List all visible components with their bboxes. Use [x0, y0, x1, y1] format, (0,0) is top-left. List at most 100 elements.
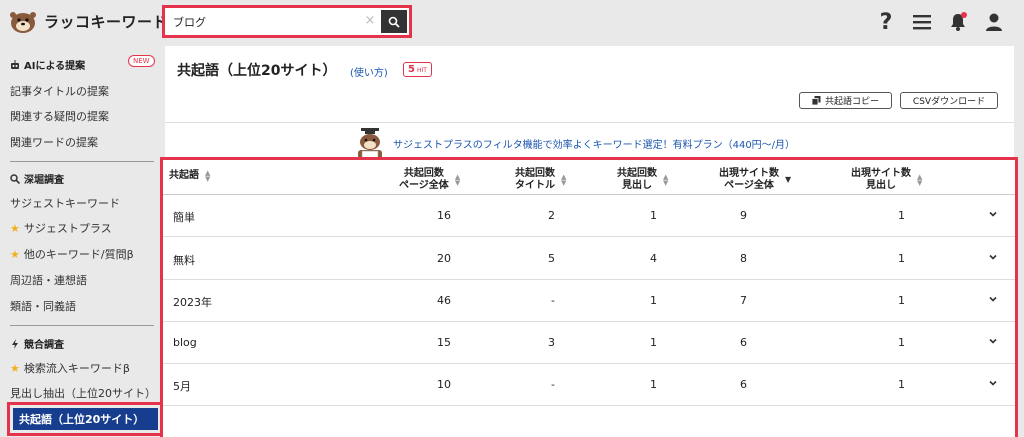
- app-name: ラッコキーワード: [44, 12, 169, 31]
- sidebar-divider: [10, 325, 154, 326]
- cell-count-heading: 1: [650, 294, 657, 307]
- cell-count-title: -: [551, 378, 555, 391]
- search-icon: [388, 16, 400, 28]
- column-header-count-title[interactable]: 共起回数 タイトル ▲ ▼: [515, 168, 566, 192]
- sidebar-item-suggest-plus[interactable]: ★ サジェストプラス: [10, 220, 112, 236]
- sidebar-item-synonyms[interactable]: 類語・同義語: [10, 298, 76, 314]
- sort-icon: ▲ ▼: [917, 173, 923, 187]
- top-header: ラッコキーワード × ?: [0, 0, 1024, 44]
- cell-count-heading: 1: [650, 336, 657, 349]
- cell-count-page: 10: [437, 378, 451, 391]
- sidebar: AIによる提案 NEW 記事タイトルの提案 関連する疑問の提案 関連ワードの提案…: [0, 44, 165, 437]
- sidebar-item-cooccurrence[interactable]: 共起語（上位20サイト）: [13, 408, 158, 430]
- column-header-count-heading[interactable]: 共起回数 見出し ▲ ▼: [617, 168, 668, 192]
- sidebar-item-related-suggest[interactable]: 関連ワードの提案: [10, 134, 98, 150]
- star-icon: ★: [10, 221, 20, 235]
- sidebar-item-title-suggest[interactable]: 記事タイトルの提案: [10, 83, 109, 99]
- menu-icon[interactable]: [910, 10, 934, 34]
- help-icon[interactable]: ?: [874, 10, 898, 35]
- cell-sites-page: 8: [740, 252, 747, 265]
- cell-sites-heading: 1: [898, 294, 905, 307]
- cell-count-title: 5: [548, 252, 555, 265]
- cell-word: 簡単: [173, 211, 195, 224]
- table-row[interactable]: 簡単 16 2 1 9 1: [163, 195, 1015, 237]
- cell-count-heading: 1: [650, 209, 657, 222]
- table-row[interactable]: 2023年 46 - 1 7 1: [163, 280, 1015, 322]
- chevron-down-icon[interactable]: [987, 377, 999, 389]
- otter-logo-icon: [8, 7, 38, 35]
- copy-icon: [811, 96, 821, 105]
- app-logo[interactable]: ラッコキーワード: [8, 7, 168, 35]
- sidebar-item-other-keywords[interactable]: ★ 他のキーワード/質問β: [10, 246, 134, 262]
- chevron-down-icon[interactable]: [987, 208, 999, 220]
- cell-word: 5月: [173, 380, 191, 393]
- robot-icon: [11, 59, 19, 69]
- sidebar-item-surrounding-words[interactable]: 周辺語・連想語: [10, 272, 87, 288]
- lightning-icon: [12, 338, 18, 349]
- cell-count-page: 16: [437, 209, 451, 222]
- bell-icon[interactable]: [946, 10, 970, 34]
- clear-search-icon[interactable]: ×: [363, 12, 377, 30]
- new-badge: NEW: [128, 55, 155, 67]
- cell-sites-page: 7: [740, 294, 747, 307]
- column-header-sites-page[interactable]: 出現サイト数 ページ全体 ▼: [719, 168, 791, 192]
- hit-count-badge: 5 HIT: [403, 62, 432, 77]
- cell-sites-heading: 1: [898, 378, 905, 391]
- star-icon: ★: [10, 247, 20, 261]
- chevron-down-icon[interactable]: [987, 251, 999, 263]
- page-title: 共起語（上位20サイト）: [177, 63, 337, 79]
- promo-banner[interactable]: サジェストプラスのフィルタ機能で効率よくキーワード選定！有料プラン（440円〜/…: [353, 126, 795, 160]
- cell-sites-page: 6: [740, 378, 747, 391]
- copy-words-button[interactable]: 共起語コピー: [799, 92, 892, 109]
- search-button[interactable]: [381, 10, 407, 33]
- sort-icon: ▲ ▼: [205, 169, 211, 183]
- sidebar-item-inflow-keywords[interactable]: ★ 検索流入キーワードβ: [10, 360, 130, 376]
- user-icon[interactable]: [982, 10, 1006, 34]
- cell-count-page: 46: [437, 294, 451, 307]
- cell-count-page: 15: [437, 336, 451, 349]
- cell-count-page: 20: [437, 252, 451, 265]
- cell-sites-heading: 1: [898, 209, 905, 222]
- sidebar-item-question-suggest[interactable]: 関連する疑問の提案: [10, 108, 109, 124]
- sidebar-section-label: 競合調査: [24, 340, 64, 351]
- cell-count-title: 2: [548, 209, 555, 222]
- promo-text[interactable]: サジェストプラスのフィルタ機能で効率よくキーワード選定！有料プラン（440円〜/…: [393, 136, 795, 151]
- sidebar-section-ai: AIによる提案: [10, 57, 85, 72]
- magnifier-icon: [10, 173, 20, 184]
- sidebar-section-label: 深堀調査: [24, 175, 64, 186]
- cell-sites-heading: 1: [898, 252, 905, 265]
- chevron-down-icon[interactable]: [987, 335, 999, 347]
- search-box: ×: [162, 5, 412, 38]
- sidebar-divider: [10, 161, 154, 162]
- sort-desc-icon: ▼: [785, 175, 792, 184]
- search-input[interactable]: [167, 11, 381, 32]
- table-row[interactable]: 無料 20 5 4 8 1: [163, 238, 1015, 280]
- column-header-sites-heading[interactable]: 出現サイト数 見出し ▲ ▼: [851, 168, 922, 192]
- star-icon: ★: [10, 361, 20, 375]
- sort-icon: ▲ ▼: [663, 173, 669, 187]
- cell-count-heading: 4: [650, 252, 657, 265]
- sidebar-section-competitor: 競合調査: [10, 336, 64, 351]
- column-header-count-page[interactable]: 共起回数 ページ全体 ▲ ▼: [399, 168, 460, 192]
- table-row[interactable]: 5月 10 - 1 6 1: [163, 364, 1015, 406]
- sidebar-section-dig: 深堀調査: [10, 171, 64, 186]
- sidebar-section-label: AIによる提案: [24, 61, 86, 72]
- sidebar-active-highlight: 共起語（上位20サイト）: [7, 402, 164, 436]
- cell-word: blog: [173, 336, 197, 349]
- cell-word: 無料: [173, 254, 195, 267]
- sort-icon: ▲ ▼: [454, 173, 461, 187]
- sidebar-item-heading-extract[interactable]: 見出し抽出（上位20サイト）: [10, 385, 156, 401]
- cell-sites-page: 6: [740, 336, 747, 349]
- csv-download-button[interactable]: CSVダウンロード: [900, 92, 998, 109]
- chevron-down-icon[interactable]: [987, 293, 999, 305]
- cell-sites-page: 9: [740, 209, 747, 222]
- column-header-word[interactable]: 共起語 ▲ ▼: [169, 169, 211, 183]
- sidebar-item-suggest-keyword[interactable]: サジェストキーワード: [10, 195, 120, 211]
- sort-icon: ▲ ▼: [561, 173, 567, 187]
- howto-link[interactable]: (使い方): [350, 64, 388, 79]
- table-row[interactable]: blog 15 3 1 6 1: [163, 322, 1015, 364]
- otter-mascot-icon: [358, 128, 382, 159]
- cooccurrence-table: 共起語 ▲ ▼ 共起回数 ページ全体 ▲ ▼ 共起回数 タイトル ▲ ▼ 共起回数 見出し …: [160, 157, 1018, 437]
- divider: [165, 122, 1014, 123]
- cell-count-title: -: [551, 294, 555, 307]
